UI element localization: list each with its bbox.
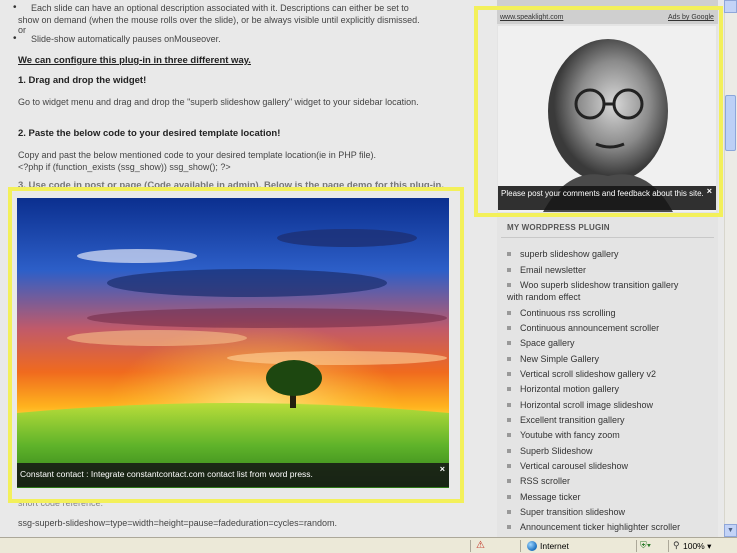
chevron-down-icon: ▾ (707, 541, 712, 551)
slide-caption: Constant contact : Integrate constantcon… (17, 463, 449, 487)
bullet-text: show on demand (when the mouse rolls ove… (18, 15, 420, 25)
gandhi-close-button[interactable]: × (707, 186, 712, 196)
plugin-link[interactable]: Horizontal motion gallery (507, 384, 619, 394)
plugin-link[interactable]: Vertical scroll slideshow gallery v2 (507, 369, 656, 379)
gandhi-caption: Please post your comments and feedback a… (498, 186, 716, 210)
bullet-square-icon (507, 282, 511, 287)
bullet-square-icon (507, 371, 511, 376)
plugin-link[interactable]: Announcement ticker highlighter scroller (507, 522, 680, 532)
plugin-link-label: Announcement ticker highlighter scroller (520, 522, 681, 532)
plugin-link[interactable]: Continuous announcement scroller (507, 323, 659, 333)
bullet-square-icon (507, 340, 511, 345)
plugin-link-label: Continuous rss scrolling (520, 308, 616, 318)
plugin-link[interactable]: Superb Slideshow (507, 446, 593, 456)
divider (470, 540, 471, 552)
bullet-square-icon (507, 267, 511, 272)
status-bar: ⚠ Internet ⛨▾ ⚲ 100% ▾ (0, 537, 737, 553)
divider (636, 540, 637, 552)
gandhi-photo (498, 26, 716, 212)
plugin-link[interactable]: RSS scroller (507, 476, 570, 486)
plugin-link-label: with random effect (507, 292, 581, 302)
plugin-link[interactable]: superb slideshow gallery (507, 249, 619, 259)
plugin-link[interactable]: Super transition slideshow (507, 507, 625, 517)
divider (520, 540, 521, 552)
bullet-square-icon (507, 432, 511, 437)
plugin-link-label: Super transition slideshow (520, 507, 626, 517)
plugin-link-label: Superb Slideshow (520, 446, 593, 456)
step2-heading: 2. Paste the below code to your desired … (18, 128, 281, 139)
bullet-square-icon (507, 509, 511, 514)
bullet-square-icon (507, 494, 511, 499)
zone-label: Internet (540, 541, 569, 551)
bullet-text: or (18, 25, 27, 35)
shortcode-text: ssg-superb-slideshow=type=width=height=p… (18, 518, 337, 528)
slideshow[interactable]: Constant contact : Integrate constantcon… (17, 198, 449, 488)
plugin-link-label: Horizontal motion gallery (520, 384, 620, 394)
bullet-square-icon (507, 478, 511, 483)
bullet-square-icon (507, 417, 511, 422)
plugin-link[interactable]: Email newsletter (507, 265, 586, 275)
bullet-square-icon (507, 524, 511, 529)
plugin-link[interactable]: Vertical carousel slideshow (507, 461, 628, 471)
security-warning-icon[interactable]: ⚠ (476, 540, 486, 551)
plugin-link-label: Message ticker (520, 492, 581, 502)
magnifier-icon[interactable]: ⚲ (673, 540, 680, 551)
bullet-text: Slide-show automatically pauses onMouseo… (31, 34, 221, 44)
step1-heading: 1. Drag and drop the widget! (18, 75, 147, 86)
plugin-link[interactable]: Excellent transition gallery (507, 415, 625, 425)
divider (668, 540, 669, 552)
plugin-link-label: Email newsletter (520, 265, 587, 275)
php-code: <?php if (function_exists (ssg_show)) ss… (18, 162, 231, 172)
plugin-link-label: Space gallery (520, 338, 575, 348)
plugin-link[interactable]: Message ticker (507, 492, 581, 502)
plugin-link-label: RSS scroller (520, 476, 571, 486)
plugin-link[interactable]: Space gallery (507, 338, 575, 348)
configure-heading: We can configure this plug-in in three d… (18, 55, 251, 66)
bullet-square-icon (507, 251, 511, 256)
bullet-square-icon (507, 386, 511, 391)
plugin-link-label: Vertical scroll slideshow gallery v2 (520, 369, 657, 379)
plugin-link[interactable]: with random effect (507, 292, 580, 302)
bullet-square-icon (507, 463, 511, 468)
plugin-link-label: Excellent transition gallery (520, 415, 625, 425)
scroll-thumb[interactable] (725, 95, 736, 151)
plugin-link[interactable]: New Simple Gallery (507, 354, 599, 364)
internet-globe-icon (527, 541, 537, 551)
plugin-link-label: Youtube with fancy zoom (520, 430, 620, 440)
chevron-down-icon: ▾ (646, 540, 652, 550)
bullet-square-icon (507, 448, 511, 453)
step1-text: Go to widget menu and drag and drop the … (18, 97, 419, 107)
bullet-square-icon (507, 310, 511, 315)
plugin-link[interactable]: Woo superb slideshow transition gallery (507, 280, 678, 290)
scroll-down-button[interactable]: ▼ (724, 524, 737, 537)
bullet-square-icon (507, 402, 511, 407)
protected-mode-icon[interactable]: ⛨▾ (640, 540, 651, 551)
gandhi-slideshow[interactable]: Please post your comments and feedback a… (498, 26, 716, 212)
vertical-scrollbar[interactable] (724, 0, 737, 537)
plugin-link[interactable]: Youtube with fancy zoom (507, 430, 620, 440)
bullet-square-icon (507, 325, 511, 330)
zoom-level[interactable]: 100% ▾ (683, 541, 711, 552)
divider (501, 237, 714, 238)
plugin-link[interactable]: Continuous rss scrolling (507, 308, 616, 318)
bullet-square-icon (507, 356, 511, 361)
scroll-up-button[interactable] (724, 0, 737, 13)
plugin-link-label: Woo superb slideshow transition gallery (520, 280, 679, 290)
bullet-text: Each slide can have an optional descript… (31, 3, 409, 13)
plugin-link[interactable]: Horizontal scroll image slideshow (507, 400, 653, 410)
browser-viewport: Each slide can have an optional descript… (0, 0, 724, 537)
plugin-link-label: Vertical carousel slideshow (520, 461, 629, 471)
slide-close-button[interactable]: × (440, 464, 445, 474)
plugin-link-label: Continuous announcement scroller (520, 323, 660, 333)
plugin-link-label: New Simple Gallery (520, 354, 600, 364)
zoom-value: 100% (683, 541, 705, 551)
step2-text: Copy and past the below mentioned code t… (18, 150, 377, 160)
plugin-link-label: superb slideshow gallery (520, 249, 619, 259)
plugin-section-title: MY WORDPRESS PLUGIN (507, 223, 610, 232)
plugin-link-label: Horizontal scroll image slideshow (520, 400, 654, 410)
sunset-tree-image (17, 198, 449, 488)
